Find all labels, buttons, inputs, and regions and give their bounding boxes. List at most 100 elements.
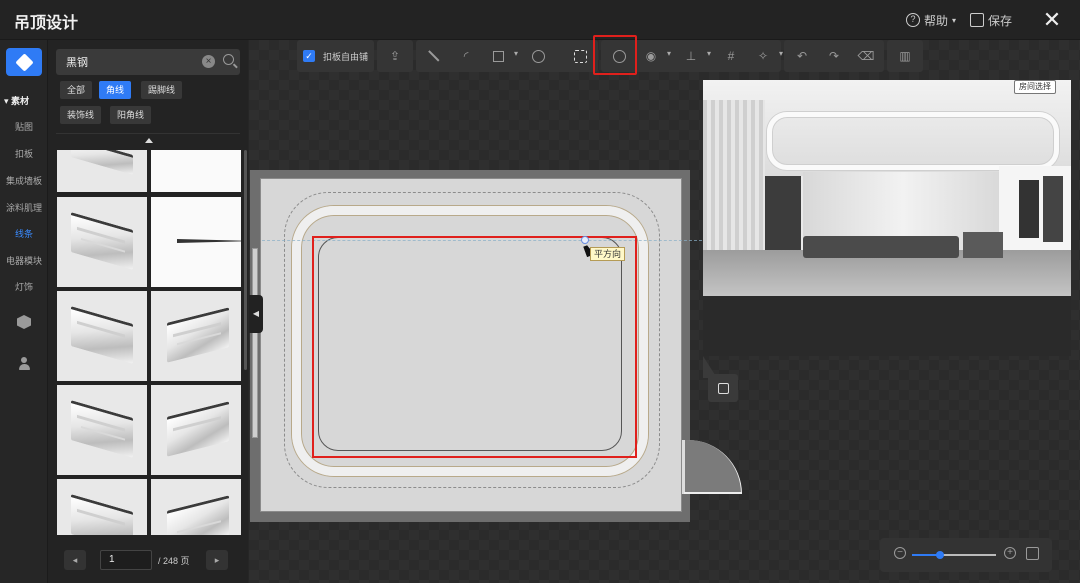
zoom-control: − + bbox=[880, 538, 1052, 572]
zoom-slider-knob[interactable] bbox=[935, 551, 944, 559]
filter-corner[interactable]: 阳角线 bbox=[110, 106, 152, 124]
preview-chair bbox=[963, 232, 1003, 258]
help-icon: ? bbox=[905, 13, 920, 27]
scroll-up-icon[interactable] bbox=[145, 138, 153, 143]
clear-icon[interactable]: × bbox=[202, 55, 215, 68]
align-icon[interactable]: ⊥ bbox=[679, 44, 711, 68]
material-tile[interactable] bbox=[151, 385, 241, 475]
draw-group: ◜ bbox=[416, 40, 599, 72]
eye-icon[interactable]: ◉ bbox=[639, 44, 671, 68]
material-grid bbox=[56, 150, 242, 535]
redo-icon[interactable]: ↷ bbox=[822, 44, 846, 68]
window-title: 吊顶设计 bbox=[14, 15, 79, 32]
rail-section-label: 素材 bbox=[11, 96, 30, 106]
material-tile[interactable] bbox=[57, 150, 147, 192]
left-rail: ▾ 素材 贴图 扣板 集成墙板 涂料肌理 线条 电器模块 灯饰 bbox=[0, 40, 48, 583]
grid-icon[interactable]: # bbox=[719, 44, 743, 68]
close-button[interactable]: ✕ bbox=[1032, 0, 1072, 40]
snap-toggle[interactable]: ✓ 扣板自由铺 bbox=[297, 40, 375, 72]
material-tile[interactable] bbox=[151, 291, 241, 381]
page-input[interactable]: 1 bbox=[100, 550, 152, 570]
rail-item-appliance[interactable]: 电器模块 bbox=[0, 254, 48, 267]
save-label: 保存 bbox=[987, 13, 1012, 28]
user-icon[interactable] bbox=[17, 357, 31, 371]
filter-decor[interactable]: 装饰线 bbox=[60, 106, 102, 124]
material-tile[interactable] bbox=[57, 197, 147, 287]
undo-icon[interactable]: ↶ bbox=[790, 44, 814, 68]
preview-footer bbox=[703, 296, 1071, 356]
upload-icon[interactable]: ⇪ bbox=[383, 44, 407, 68]
snap-label: 扣板自由铺 bbox=[323, 51, 369, 62]
upload-group: ⇪ bbox=[377, 40, 414, 72]
rail-item-wallboard[interactable]: 集成墙板 bbox=[0, 174, 48, 187]
preview-ceiling-ring bbox=[767, 112, 1059, 170]
magic-icon[interactable]: ✧ bbox=[751, 44, 783, 68]
cube-icon bbox=[14, 52, 34, 72]
chevron-down-icon: ▾ bbox=[951, 15, 956, 25]
eraser-icon[interactable]: ⌫ bbox=[854, 44, 878, 68]
divider bbox=[56, 133, 240, 134]
direction-tooltip: 平方向 bbox=[590, 247, 626, 261]
rail-materials-button[interactable] bbox=[6, 48, 42, 76]
edit-preview-button[interactable] bbox=[708, 374, 738, 402]
material-tile[interactable] bbox=[151, 150, 241, 192]
help-label: 帮助 bbox=[923, 13, 948, 28]
material-tile[interactable] bbox=[57, 385, 147, 475]
rectangle-icon[interactable] bbox=[486, 44, 518, 68]
collapse-left-icon: ◀ bbox=[252, 309, 260, 318]
map-group: ▥ bbox=[887, 40, 924, 72]
material-panel: 黑钢 × 全部 角线 踢脚线 装饰线 阳角线 ◂ 1 / 248 页 ▸ bbox=[48, 40, 248, 583]
prev-page-icon[interactable]: ◂ bbox=[64, 550, 86, 570]
zoom-out-icon[interactable]: − bbox=[894, 547, 906, 559]
title-bar: 吊顶设计 ? 帮助 ▾ 保存 ✕ bbox=[0, 0, 1080, 40]
rail-section-materials[interactable]: ▾ 素材 bbox=[0, 94, 48, 107]
preview-3d[interactable] bbox=[703, 80, 1071, 296]
door-leaf bbox=[684, 492, 742, 494]
offset-frame-icon[interactable] bbox=[568, 44, 592, 68]
rail-item-lighting[interactable]: 灯饰 bbox=[0, 280, 48, 293]
collapse-panel-button[interactable]: ◀ bbox=[249, 295, 263, 333]
arc-icon[interactable]: ◜ bbox=[454, 44, 478, 68]
save-icon bbox=[969, 13, 984, 27]
door-jamb bbox=[682, 440, 685, 494]
search-box[interactable]: 黑钢 × bbox=[56, 49, 240, 75]
room-select-button[interactable]: 房间选择 bbox=[1014, 80, 1056, 94]
drag-handle[interactable] bbox=[581, 236, 589, 244]
panel-scrollbar[interactable] bbox=[244, 150, 247, 370]
search-icon[interactable] bbox=[220, 52, 240, 72]
preview-artwork bbox=[1043, 176, 1063, 242]
material-tile[interactable] bbox=[57, 479, 147, 535]
pagination: ◂ 1 / 248 页 ▸ bbox=[48, 545, 248, 575]
material-tile[interactable] bbox=[151, 197, 241, 287]
app-window: 吊顶设计 ? 帮助 ▾ 保存 ✕ ▾ 素材 贴图 扣板 集成墙板 涂料肌理 线条… bbox=[0, 0, 1080, 583]
page-total: / 248 页 bbox=[158, 556, 190, 566]
help-button[interactable]: ? 帮助 ▾ bbox=[905, 12, 956, 29]
tool-highlight bbox=[593, 35, 637, 75]
next-page-icon[interactable]: ▸ bbox=[206, 550, 228, 570]
rail-item-texture[interactable]: 贴图 bbox=[0, 120, 48, 133]
zoom-in-icon[interactable]: + bbox=[1004, 547, 1016, 559]
line-icon[interactable] bbox=[422, 44, 446, 68]
save-button[interactable]: 保存 bbox=[969, 12, 1012, 29]
rail-item-lines[interactable]: 线条 bbox=[0, 227, 48, 240]
search-input[interactable]: 黑钢 bbox=[66, 54, 88, 70]
map-icon[interactable]: ▥ bbox=[893, 44, 917, 68]
checkbox-checked-icon[interactable]: ✓ bbox=[303, 50, 315, 62]
history-group: ↶ ↷ ⌫ bbox=[784, 40, 885, 72]
preview-artwork bbox=[1019, 180, 1039, 238]
hexagon-icon[interactable] bbox=[17, 315, 31, 329]
rail-item-paint[interactable]: 涂料肌理 bbox=[0, 201, 48, 214]
filter-crown[interactable]: 角线 bbox=[99, 81, 132, 99]
circle-icon[interactable] bbox=[526, 44, 550, 68]
preview-sofa bbox=[803, 236, 959, 258]
material-tile[interactable] bbox=[57, 291, 147, 381]
fit-screen-icon[interactable] bbox=[1026, 547, 1039, 560]
selection-rectangle bbox=[312, 236, 637, 458]
canvas-ruler bbox=[252, 248, 258, 438]
filter-baseboard[interactable]: 踢脚线 bbox=[141, 81, 183, 99]
filter-all[interactable]: 全部 bbox=[60, 81, 93, 99]
close-icon: ✕ bbox=[1042, 7, 1062, 32]
edit-icon bbox=[717, 382, 729, 394]
rail-item-panel[interactable]: 扣板 bbox=[0, 147, 48, 160]
material-tile[interactable] bbox=[151, 479, 241, 535]
